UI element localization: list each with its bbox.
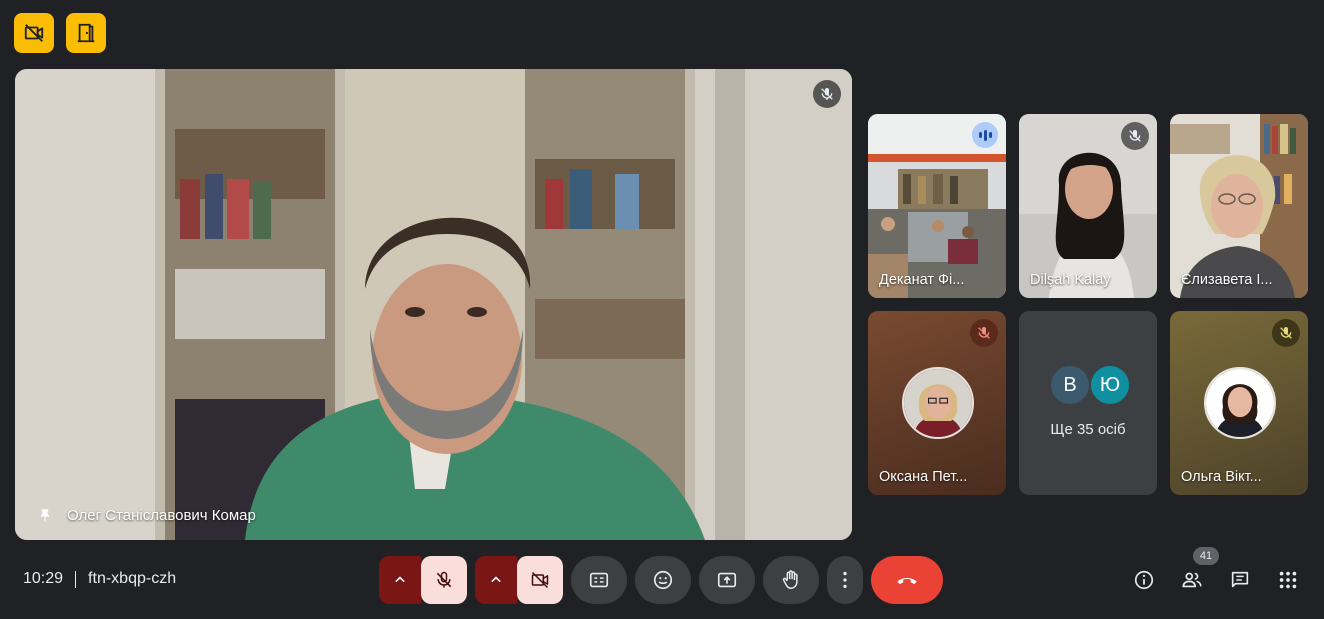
raise-hand-button[interactable] <box>763 556 819 604</box>
main-video-scene <box>15 69 852 540</box>
main-video-tile[interactable]: Олег Станіславович Комар <box>15 69 852 540</box>
participant-tile-dekanat[interactable]: Деканат Фі... <box>868 114 1006 298</box>
participant-name: Оксана Пет... <box>879 469 968 485</box>
participant-name: Dilşah Kalay <box>1030 272 1111 288</box>
avatar: В <box>1049 364 1091 406</box>
participant-tile-dilsah[interactable]: Dilşah Kalay <box>1019 114 1157 298</box>
chat-button[interactable] <box>1226 566 1254 594</box>
meeting-info: 10:29 ftn-xbqp-czh <box>23 570 176 588</box>
people-button[interactable] <box>1178 566 1206 594</box>
video-off-icon <box>531 571 549 589</box>
avatar <box>902 367 974 439</box>
video-off-badge[interactable] <box>14 13 54 53</box>
mic-off-icon <box>978 327 990 339</box>
participant-tile-olha[interactable]: Ольга Вікт... <box>1170 311 1308 495</box>
participant-tile-oksana[interactable]: Оксана Пет... <box>868 311 1006 495</box>
captions-icon <box>589 572 609 588</box>
info-icon <box>1134 570 1154 590</box>
participant-name: Ольга Вікт... <box>1181 469 1262 485</box>
meeting-code: ftn-xbqp-czh <box>88 570 177 587</box>
clock-time: 10:29 <box>23 570 64 587</box>
main-muted-badge <box>813 80 841 108</box>
chevron-up-icon <box>395 576 405 583</box>
more-options-button[interactable] <box>827 556 863 604</box>
end-call-icon <box>897 577 917 585</box>
mic-control-group <box>379 556 467 604</box>
participant-name: Єлизавета І... <box>1181 272 1273 288</box>
muted-badge <box>1121 122 1149 150</box>
more-participants-label: Ще 35 осіб <box>1050 421 1126 438</box>
avatar: Ю <box>1089 364 1131 406</box>
present-screen-button[interactable] <box>699 556 755 604</box>
door-icon <box>77 23 95 43</box>
activities-button[interactable] <box>1274 566 1302 594</box>
end-call-button[interactable] <box>871 556 943 604</box>
mic-off-icon <box>1280 327 1292 339</box>
emoji-button[interactable] <box>635 556 691 604</box>
avatar-image <box>904 369 972 437</box>
divider <box>75 570 77 588</box>
muted-badge <box>1272 319 1300 347</box>
chat-icon <box>1231 571 1249 588</box>
mic-off-icon <box>1129 130 1141 142</box>
captions-button[interactable] <box>571 556 627 604</box>
mic-options-button[interactable] <box>379 556 422 604</box>
meeting-details-button[interactable] <box>1130 566 1158 594</box>
participant-count-badge: 41 <box>1193 547 1219 565</box>
main-participant-label: Олег Станіславович Комар <box>37 507 256 524</box>
pin-icon <box>41 508 49 521</box>
speaking-indicator <box>972 122 998 148</box>
video-off-icon <box>24 24 44 42</box>
participant-name: Деканат Фі... <box>879 272 965 288</box>
activities-icon <box>1279 571 1297 589</box>
avatar <box>1204 367 1276 439</box>
camera-toggle-button[interactable] <box>517 556 563 604</box>
muted-badge <box>970 319 998 347</box>
more-avatars: В Ю <box>1049 364 1131 406</box>
mic-off-icon <box>821 88 833 100</box>
door-badge[interactable] <box>66 13 106 53</box>
people-icon <box>1182 572 1202 588</box>
mic-toggle-button[interactable] <box>421 556 467 604</box>
camera-control-group <box>475 556 563 604</box>
mic-off-icon <box>436 571 452 588</box>
present-icon <box>717 572 737 588</box>
more-participants-tile[interactable]: В Ю Ще 35 осіб <box>1019 311 1157 495</box>
emoji-icon <box>653 570 673 590</box>
main-participant-name: Олег Станіславович Комар <box>67 507 256 524</box>
avatar-image <box>1206 369 1274 437</box>
more-options-icon <box>843 571 847 589</box>
participant-tile-yelyzaveta[interactable]: Єлизавета І... <box>1170 114 1308 298</box>
camera-options-button[interactable] <box>475 556 518 604</box>
tile-video-scene <box>1170 114 1308 298</box>
raise-hand-icon <box>782 570 798 589</box>
chevron-up-icon <box>491 576 501 583</box>
